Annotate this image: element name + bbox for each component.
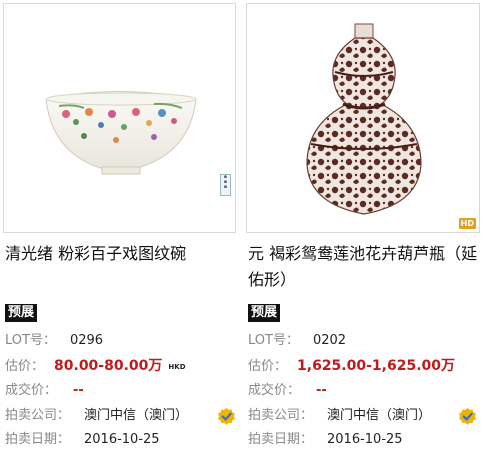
estimate-value: 80.00-80.00万 [54,358,163,374]
famille-rose-bowl-image [45,91,197,175]
company-link[interactable]: 澳门中信（澳门） [84,408,188,423]
currency-label: HKD [168,362,186,371]
company-row: 拍卖公司： 澳门中信（澳门） [5,407,188,425]
deal-price-row: 成交价： -- [248,382,327,400]
date-row: 拍卖日期： 2016-10-25 [5,431,160,449]
gourd-vase-image [306,23,422,215]
estimate-row: 估价： 1,625.00-1,625.00万 [248,357,455,376]
deal-price-value: -- [73,383,84,398]
lot-image-gourd-vase[interactable]: HD [246,3,480,233]
date-value: 2016-10-25 [84,432,160,447]
estimate-row: 估价： 80.00-80.00万 HKD [5,357,186,376]
deal-price-value: -- [316,383,327,398]
verified-badge-icon [217,407,236,426]
date-label: 拍卖日期： [248,432,314,447]
company-label: 拍卖公司： [5,408,71,423]
deal-price-label: 成交价： [5,383,58,398]
estimate-value: 1,625.00-1,625.00万 [297,358,455,374]
deal-price-row: 成交价： -- [5,382,84,400]
estimate-label: 估价： [248,359,288,374]
company-link[interactable]: 澳门中信（澳门） [327,408,431,423]
date-label: 拍卖日期： [5,432,71,447]
verified-badge-icon [458,407,477,426]
preview-tag: 预展 [5,304,38,322]
estimate-label: 估价： [5,359,45,374]
date-row: 拍卖日期： 2016-10-25 [248,431,403,449]
deal-price-label: 成交价： [248,383,301,398]
lot-number-label: LOT号： [5,333,56,348]
date-value: 2016-10-25 [327,432,403,447]
lot-card-0296[interactable]: ▪ ▪ ▪ 清光绪 粉彩百子戏图纹碗 预展 LOT号： 0296 估价： 80.00-8… [3,0,239,461]
hd-badge-icon: HD [458,218,476,229]
lot-number-row: LOT号： 0202 [248,332,346,350]
company-label: 拍卖公司： [248,408,314,423]
preview-tag: 预展 [248,304,281,322]
lot-title[interactable]: 清光绪 粉彩百子戏图纹碗 [5,241,237,267]
lot-number-value: 0202 [312,333,347,348]
lot-card-0202[interactable]: HD 元 褐彩鸳鸯莲池花卉葫芦瓶（延佑形） 预展 LOT号： 0202 估价： 1,… [246,0,482,461]
company-row: 拍卖公司： 澳门中信（澳门） [248,407,431,425]
lot-number-label: LOT号： [248,333,299,348]
lot-image-bowl[interactable]: ▪ ▪ ▪ [3,3,236,233]
lot-number-row: LOT号： 0296 [5,332,103,350]
seal-mark-icon: ▪ ▪ ▪ [220,174,231,196]
lot-title[interactable]: 元 褐彩鸳鸯莲池花卉葫芦瓶（延佑形） [248,241,480,293]
lot-number-value: 0296 [69,333,104,348]
